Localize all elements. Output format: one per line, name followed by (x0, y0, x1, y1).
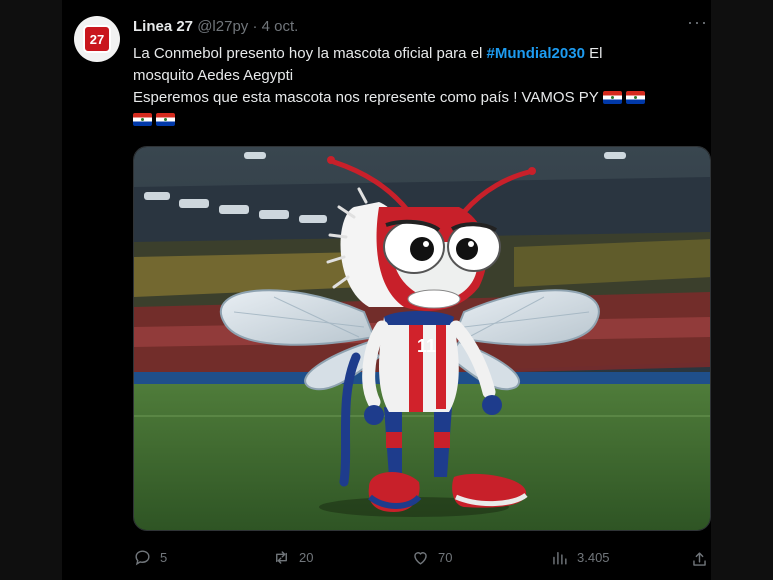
tweet-date[interactable]: 4 oct. (262, 18, 299, 35)
views-button[interactable]: 3.405 (550, 545, 610, 569)
avatar-logo: 27 (83, 25, 111, 53)
like-count: 70 (438, 549, 453, 565)
repost-count: 20 (299, 549, 314, 565)
hashtag-link[interactable]: #Mundial2030 (487, 45, 585, 62)
tweet-actions: 5 20 70 3.405 (133, 545, 711, 569)
views-chart-icon (553, 551, 567, 565)
tweet-text-line-3: Esperemos que esta mascota nos represent… (133, 87, 708, 109)
views-count: 3.405 (577, 549, 610, 565)
right-margin (711, 0, 773, 580)
like-button[interactable]: 70 (411, 545, 452, 569)
left-margin (0, 0, 62, 580)
reply-count: 5 (160, 549, 168, 565)
paraguay-flag-icon (133, 113, 152, 126)
heart-icon (414, 551, 427, 565)
tweet-header: Linea 27 @l27py · 4 oct. (133, 18, 298, 35)
author-name[interactable]: Linea 27 (133, 18, 193, 35)
author-handle[interactable]: @l27py (197, 18, 248, 35)
text-segment: El (584, 45, 603, 62)
share-icon (693, 551, 706, 566)
repost-icon (276, 550, 287, 564)
paraguay-flag-icon (602, 91, 622, 104)
tweet-card[interactable]: 27 Linea 27 @l27py · 4 oct. ··· La Conme… (62, 0, 711, 580)
reply-button[interactable]: 5 (133, 545, 167, 569)
text-segment: Esperemos que esta mascota nos represent… (133, 89, 599, 106)
tweet-text-line-2: mosquito Aedes Aegypti (133, 67, 294, 84)
avatar[interactable]: 27 (74, 16, 120, 62)
more-options-icon[interactable]: ··· (687, 13, 707, 32)
tweet-text-line-1: La Conmebol presento hoy la mascota ofic… (133, 43, 708, 65)
paraguay-flag-icon (156, 113, 175, 126)
mascot-stadium-illustration: 11 (134, 147, 710, 530)
paraguay-flag-icon (625, 91, 645, 104)
share-button[interactable] (690, 547, 709, 571)
repost-button[interactable]: 20 (272, 545, 313, 569)
meta-separator: · (252, 18, 258, 35)
tweet-text-line-4 (133, 109, 708, 131)
tweet-image[interactable]: 11 (133, 146, 711, 531)
avatar-logo-text: 27 (89, 32, 105, 47)
tweet-text: La Conmebol presento hoy la mascota ofic… (133, 43, 708, 131)
text-segment: La Conmebol presento hoy la mascota ofic… (133, 45, 487, 62)
mascot-jersey-number: 11 (417, 336, 436, 356)
reply-icon (135, 549, 150, 565)
